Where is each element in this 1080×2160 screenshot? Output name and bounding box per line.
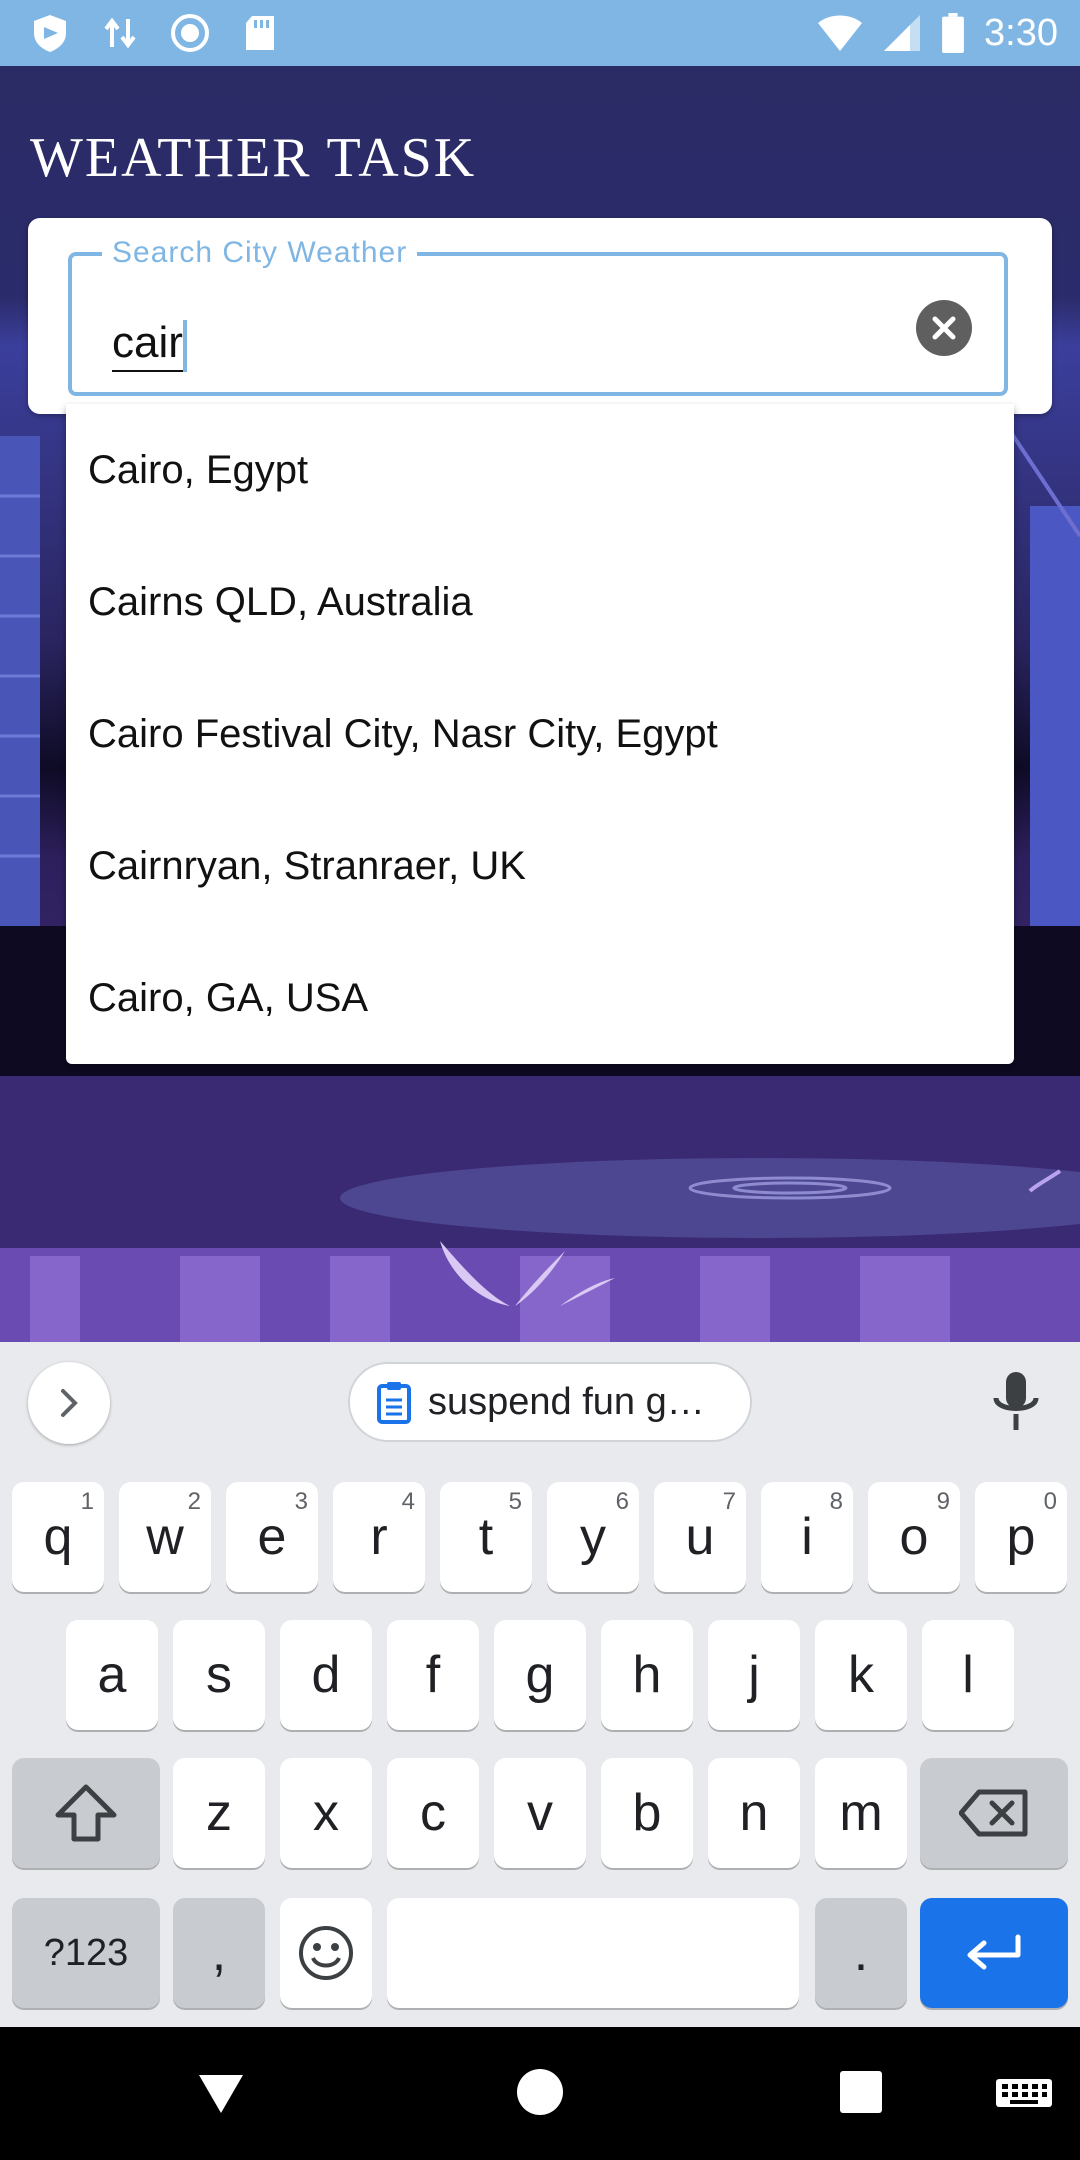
suggestions-dropdown: Cairo, Egypt Cairns QLD, Australia Cairo…: [66, 404, 1014, 1064]
search-label: Search City Weather: [102, 236, 418, 270]
backspace-icon: [959, 1789, 1028, 1837]
sd-card-icon: [246, 16, 274, 50]
key-hint: 8: [829, 1488, 843, 1515]
key-m[interactable]: m: [815, 1758, 907, 1868]
period-key[interactable]: .: [815, 1898, 907, 2008]
shield-icon: [34, 15, 66, 52]
comma-key[interactable]: ,: [173, 1898, 265, 2008]
suggestion-item[interactable]: Cairo, Egypt: [66, 404, 1014, 536]
key-q[interactable]: q1: [12, 1482, 104, 1592]
suggestion-item[interactable]: Cairnryan, Stranraer, UK: [66, 800, 1014, 932]
key-v[interactable]: v: [494, 1758, 586, 1868]
key-a[interactable]: a: [66, 1620, 158, 1730]
key-h[interactable]: h: [601, 1620, 693, 1730]
recents-icon[interactable]: [838, 2069, 884, 2115]
key-o[interactable]: o9: [868, 1482, 960, 1592]
key-e[interactable]: e3: [226, 1482, 318, 1592]
status-bar: 3:30: [0, 0, 1080, 66]
emoji-key[interactable]: [280, 1898, 372, 2008]
clipboard-suggestion-chip[interactable]: suspend fun g…: [348, 1362, 752, 1442]
key-label: w: [146, 1508, 184, 1566]
key-hint: 9: [936, 1488, 950, 1515]
wifi-icon: [818, 15, 863, 51]
home-icon[interactable]: [515, 2067, 565, 2117]
key-j[interactable]: j: [708, 1620, 800, 1730]
key-y[interactable]: y6: [547, 1482, 639, 1592]
suggestion-item[interactable]: Cairo Festival City, Nasr City, Egypt: [66, 668, 1014, 800]
clear-icon: [932, 316, 956, 340]
key-label: q: [43, 1508, 73, 1566]
key-hint: 1: [80, 1488, 94, 1515]
search-card: Search City Weather: [28, 218, 1052, 414]
key-f[interactable]: f: [387, 1620, 479, 1730]
text-caret: [183, 320, 187, 372]
key-hint: 0: [1043, 1488, 1057, 1515]
key-z[interactable]: z: [173, 1758, 265, 1868]
key-s[interactable]: s: [173, 1620, 265, 1730]
key-t[interactable]: t5: [440, 1482, 532, 1592]
data-transfer-icon: [104, 17, 136, 49]
key-hint: 5: [508, 1488, 522, 1515]
key-hint: 2: [187, 1488, 201, 1515]
key-i[interactable]: i8: [761, 1482, 853, 1592]
key-label: i: [801, 1508, 813, 1566]
enter-icon: [967, 1934, 1021, 1970]
signal-icon: [884, 15, 921, 51]
input-underline: [112, 370, 184, 372]
key-hint: 4: [401, 1488, 415, 1515]
key-label: o: [899, 1508, 929, 1566]
key-x[interactable]: x: [280, 1758, 372, 1868]
key-label: e: [257, 1508, 287, 1566]
key-p[interactable]: p0: [975, 1482, 1067, 1592]
keyboard-suggestion-strip: suspend fun g…: [0, 1342, 1080, 1462]
battery-icon: [942, 13, 964, 53]
key-hint: 3: [294, 1488, 308, 1515]
key-c[interactable]: c: [387, 1758, 479, 1868]
keyboard-switch-icon[interactable]: [994, 2077, 1054, 2113]
suggestion-item[interactable]: Cairns QLD, Australia: [66, 536, 1014, 668]
clipboard-icon: [377, 1382, 411, 1424]
space-key[interactable]: [387, 1898, 799, 2008]
shift-key[interactable]: [12, 1758, 160, 1868]
chevron-right-icon: [61, 1389, 78, 1417]
key-w[interactable]: w2: [119, 1482, 211, 1592]
clipboard-chip-text: suspend fun g…: [428, 1380, 705, 1423]
suggestion-item[interactable]: Cairo, GA, USA: [66, 932, 1014, 1064]
search-input[interactable]: [112, 318, 892, 368]
clock: 3:30: [984, 11, 1058, 54]
key-n[interactable]: n: [708, 1758, 800, 1868]
key-r[interactable]: r4: [333, 1482, 425, 1592]
symbols-key[interactable]: ?123: [12, 1898, 160, 2008]
key-d[interactable]: d: [280, 1620, 372, 1730]
key-label: t: [478, 1508, 494, 1566]
key-hint: 7: [722, 1488, 736, 1515]
key-label: u: [685, 1508, 715, 1566]
keyboard: suspend fun g… q1 w2 e3 r4 t5 y6 u7 i8 o…: [0, 1342, 1080, 2027]
navigation-bar: [0, 2027, 1080, 2160]
key-l[interactable]: l: [922, 1620, 1014, 1730]
mic-icon[interactable]: [986, 1370, 1046, 1434]
key-hint: 6: [615, 1488, 629, 1515]
emoji-icon: [299, 1926, 353, 1980]
key-u[interactable]: u7: [654, 1482, 746, 1592]
expand-toolbar-button[interactable]: [28, 1362, 110, 1444]
search-field[interactable]: Search City Weather: [68, 236, 1008, 396]
key-g[interactable]: g: [494, 1620, 586, 1730]
backspace-key[interactable]: [920, 1758, 1068, 1868]
key-label: p: [1006, 1508, 1036, 1566]
back-icon[interactable]: [196, 2067, 246, 2117]
enter-key[interactable]: [920, 1898, 1068, 2008]
key-label: y: [580, 1508, 606, 1566]
clear-button[interactable]: [916, 300, 972, 356]
shift-icon: [55, 1784, 117, 1842]
app-title: WEATHER TASK: [30, 127, 477, 189]
key-b[interactable]: b: [601, 1758, 693, 1868]
record-icon: [171, 14, 209, 52]
key-k[interactable]: k: [815, 1620, 907, 1730]
key-label: r: [370, 1508, 388, 1566]
